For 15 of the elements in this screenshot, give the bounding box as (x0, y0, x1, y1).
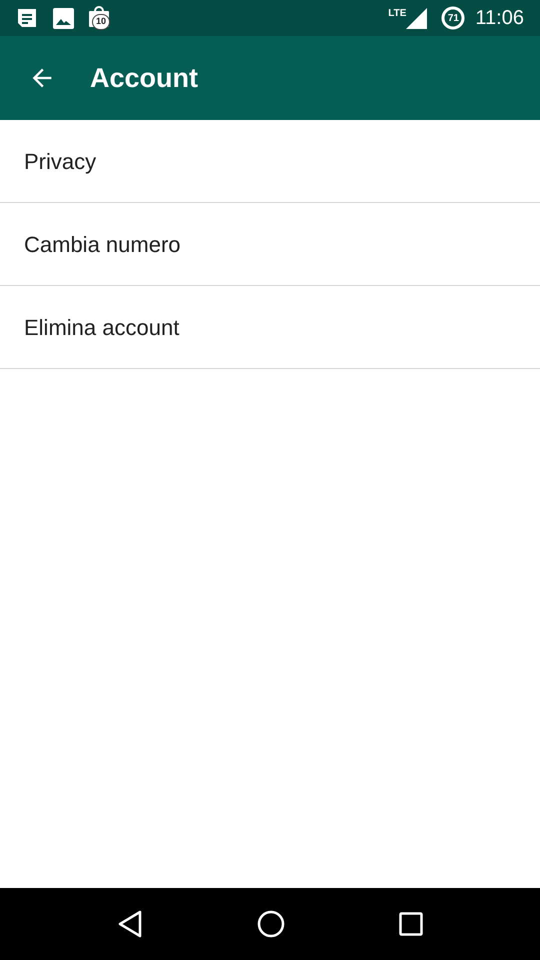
settings-item[interactable]: Cambia numero (0, 203, 540, 286)
recents-nav-icon[interactable] (399, 912, 423, 936)
network-type: LTE (388, 7, 406, 21)
battery-ring-icon (441, 6, 466, 30)
back-nav-icon[interactable] (117, 910, 143, 938)
battery-level: 71 (448, 12, 459, 26)
clock: 11:06 (475, 6, 524, 31)
settings-item[interactable]: Privacy (0, 120, 540, 203)
screen-title: Account (90, 62, 198, 95)
message-icon (16, 7, 38, 29)
notification-badge: 10 (92, 14, 110, 30)
home-nav-icon[interactable] (257, 910, 285, 938)
signal-icon (406, 8, 428, 28)
image-icon (53, 8, 74, 28)
settings-item[interactable]: Elimina account (0, 286, 540, 369)
